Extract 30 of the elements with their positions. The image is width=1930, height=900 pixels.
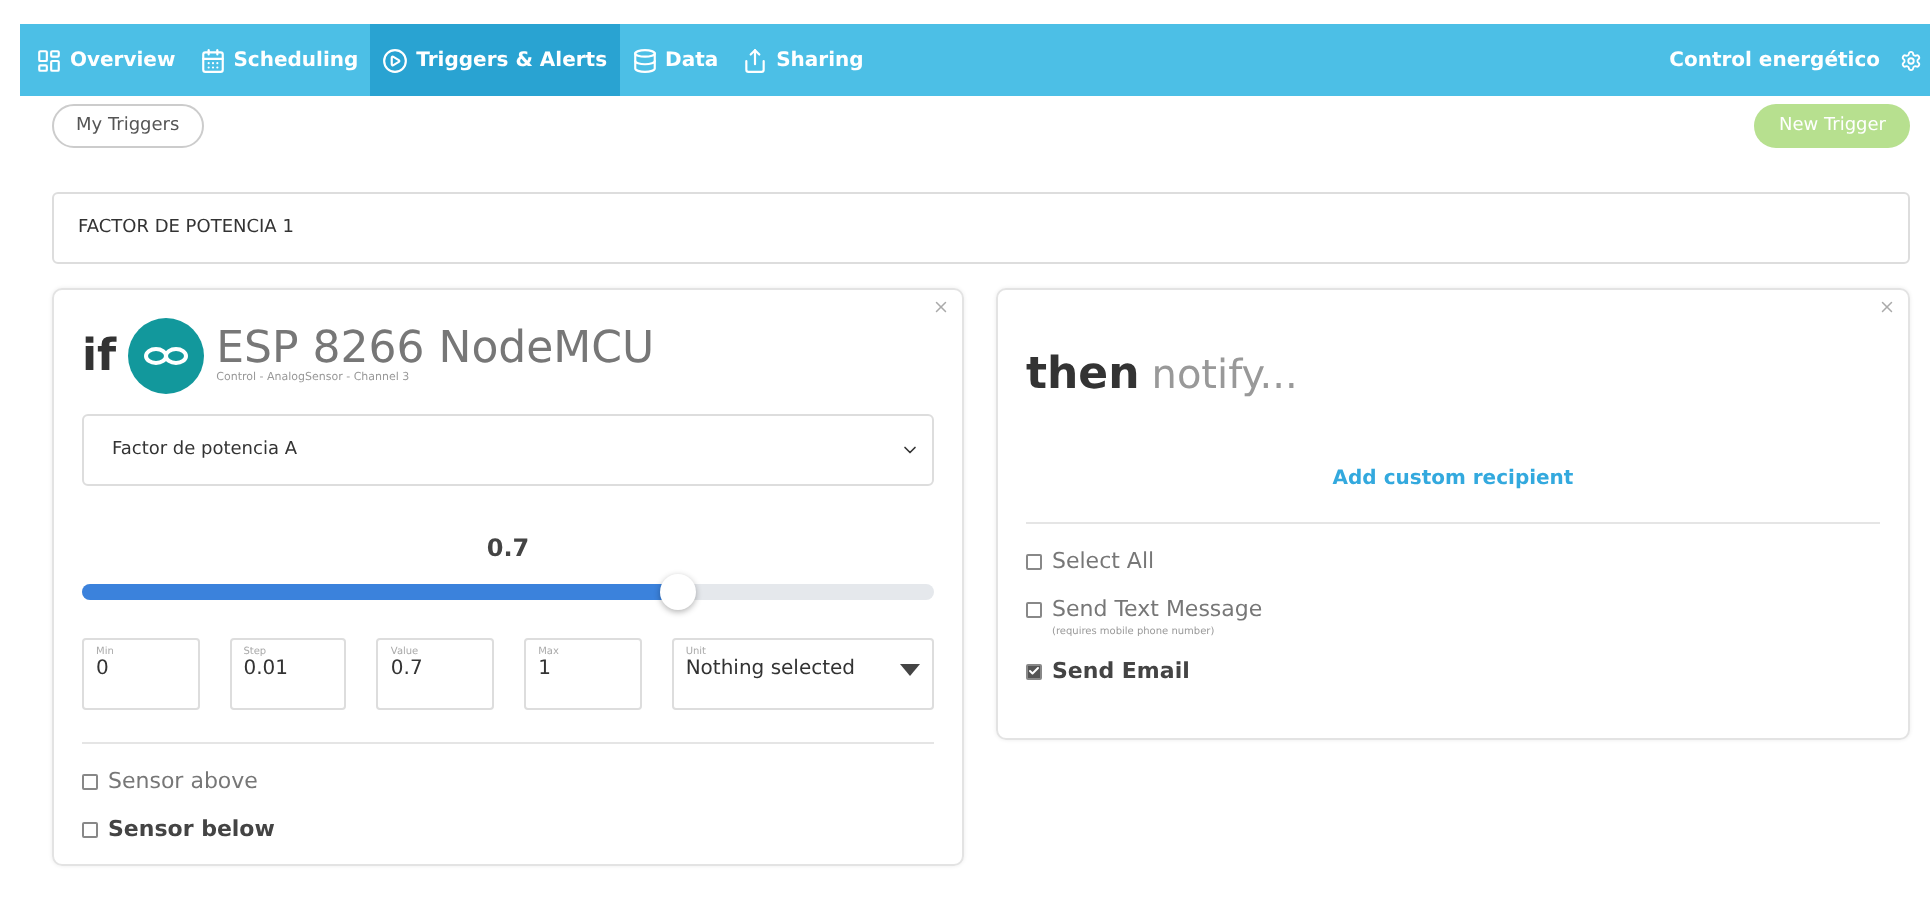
slider[interactable] [82, 574, 934, 610]
share-icon [742, 47, 769, 73]
checkbox-label: Send Text Message [1052, 596, 1263, 622]
if-keyword: if [82, 331, 117, 381]
checkbox-label: Send Email [1052, 658, 1190, 684]
checkbox[interactable] [1026, 601, 1042, 617]
play-icon [382, 47, 409, 73]
close-icon[interactable] [932, 298, 950, 316]
infinity-logo-icon [128, 318, 205, 394]
my-triggers-button[interactable]: My Triggers [52, 104, 204, 148]
then-keyword: then [1026, 350, 1140, 400]
slider-reading: 0.7 [484, 534, 532, 562]
caret-icon [900, 663, 921, 675]
checkbox[interactable] [82, 773, 98, 789]
dashboard-icon [36, 47, 62, 73]
calendar-icon [199, 47, 226, 73]
database-icon [631, 47, 658, 73]
slider-thumb[interactable] [660, 574, 697, 610]
close-icon[interactable] [1878, 298, 1896, 316]
trigger-name-field[interactable]: FACTOR DE POTENCIA 1 [52, 192, 1910, 264]
device-name: ESP 8266 NodeMCU [216, 328, 655, 372]
checkbox-label: Sensor above [108, 768, 258, 794]
action-label: notify... [1151, 350, 1298, 398]
checkbox-label: Select All [1052, 548, 1155, 574]
settings-icon[interactable] [1900, 49, 1922, 71]
checkbox[interactable] [1026, 663, 1042, 679]
checkbox[interactable] [82, 821, 98, 837]
checkbox[interactable] [1026, 553, 1042, 569]
checkbox-label: Sensor below [108, 816, 275, 842]
channel-select[interactable]: Factor de potencia A [82, 414, 934, 486]
